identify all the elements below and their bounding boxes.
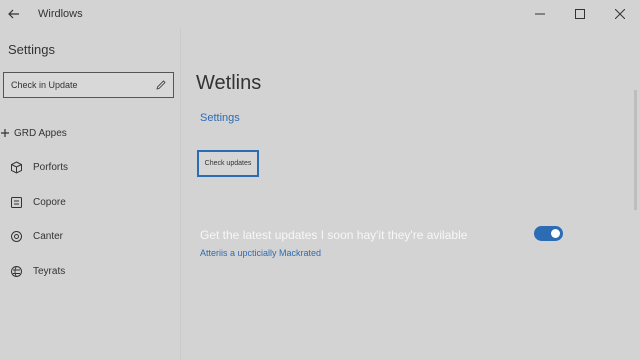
arrow-left-icon xyxy=(8,9,19,19)
sidebar-item-teyrats[interactable]: Teyrats xyxy=(0,254,180,289)
pen-icon[interactable] xyxy=(153,80,169,90)
sidebar-title: Settings xyxy=(8,42,55,57)
close-button[interactable] xyxy=(600,0,640,28)
minimize-icon xyxy=(535,13,545,15)
pane-divider xyxy=(180,28,181,360)
window-controls xyxy=(520,0,640,28)
updates-description: Get the latest updates I soon hay'it the… xyxy=(200,228,468,242)
sub-link[interactable]: Atteriis a upcticially Mackrated xyxy=(200,248,321,258)
sidebar-item-label: Canter xyxy=(33,231,64,243)
minimize-button[interactable] xyxy=(520,0,560,28)
sidebar: Settings Check in Update GRD Appes Porfo… xyxy=(0,28,180,360)
sidebar-item-canter[interactable]: Canter xyxy=(0,220,180,255)
toggle-knob xyxy=(551,229,560,238)
check-updates-button[interactable]: Check updates xyxy=(197,150,259,177)
sidebar-item-label: Teyrats xyxy=(33,265,66,277)
settings-link[interactable]: Settings xyxy=(200,112,240,124)
cube-icon xyxy=(9,161,23,175)
updates-toggle[interactable] xyxy=(534,226,563,241)
sidebar-item-grd-appes[interactable]: GRD Appes xyxy=(0,116,180,151)
sidebar-item-copore[interactable]: Copore xyxy=(0,185,180,220)
plus-icon xyxy=(0,126,10,140)
maximize-button[interactable] xyxy=(560,0,600,28)
sidebar-nav: GRD Appes Porforts Copore Canter Teyrats xyxy=(0,116,180,289)
target-icon xyxy=(9,230,23,244)
sidebar-item-label: GRD Appes xyxy=(14,127,67,139)
maximize-icon xyxy=(575,9,585,19)
title-bar: Wirdlows xyxy=(0,0,640,28)
close-icon xyxy=(615,9,625,19)
sidebar-item-label: Copore xyxy=(33,196,66,208)
sidebar-item-label: Porforts xyxy=(33,162,69,174)
page-title: Wetlins xyxy=(196,72,262,94)
sidebar-item-porforts[interactable]: Porforts xyxy=(0,151,180,186)
globe-icon xyxy=(9,264,23,278)
window-title: Wirdlows xyxy=(38,8,83,20)
box-icon xyxy=(9,195,23,209)
scrollbar[interactable] xyxy=(634,90,637,210)
back-button[interactable] xyxy=(0,0,28,28)
search-input-value: Check in Update xyxy=(11,80,78,90)
check-updates-label: Check updates xyxy=(204,160,252,167)
search-input[interactable]: Check in Update xyxy=(3,72,174,98)
